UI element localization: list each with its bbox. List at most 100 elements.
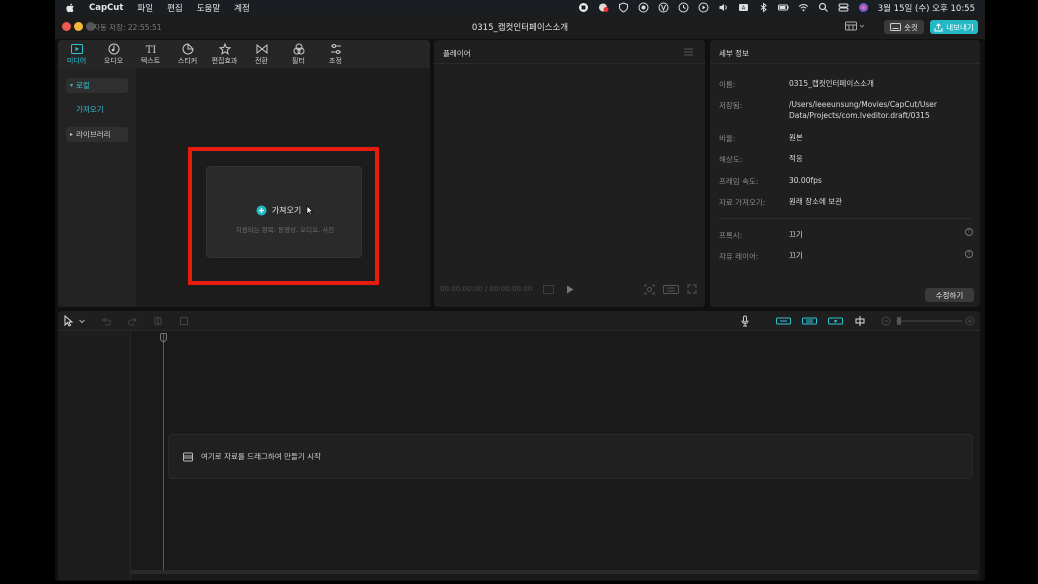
preview-axis-icon[interactable] xyxy=(854,315,866,327)
menubar-clock[interactable]: 3월 15일 (수) 오후 10:55 xyxy=(878,2,975,14)
notification-icon[interactable] xyxy=(598,2,609,13)
tab-sticker[interactable]: 스티커 xyxy=(169,40,206,68)
undo-icon[interactable] xyxy=(100,315,112,327)
sidebar-item-import[interactable]: 가져오기 xyxy=(66,102,128,117)
player-panel: 플레이어 00:00:00:00 / 00:00:00:00 xyxy=(434,40,705,307)
free-layer-label: 자유 레이어: xyxy=(719,252,759,261)
export-icon xyxy=(934,22,943,31)
siri-icon[interactable] xyxy=(858,2,869,13)
highlight-box xyxy=(188,147,379,285)
track-headers xyxy=(58,331,131,580)
media-panel: 미디어 오디오 TI 텍스트 스티커 편집효과 전환 필터 조정 ▾ 로컬 가져… xyxy=(58,40,430,307)
chevron-down-icon: ▾ xyxy=(70,82,74,89)
tab-text-label: 텍스트 xyxy=(140,56,161,65)
menu-app-name[interactable]: CapCut xyxy=(89,3,123,13)
import-setting-label: 자료 가져오기: xyxy=(719,198,766,207)
save-location-label: 저장됨: xyxy=(719,101,743,110)
zoom-in-icon[interactable] xyxy=(964,315,976,327)
tab-adjust-label: 조정 xyxy=(329,56,342,65)
export-button[interactable]: 내보내기 xyxy=(930,20,978,34)
menu-help[interactable]: 도움말 xyxy=(197,2,220,14)
battery-icon[interactable] xyxy=(777,2,789,13)
tab-audio[interactable]: 오디오 xyxy=(95,40,132,68)
redo-icon[interactable] xyxy=(127,315,139,327)
proxy-info-icon[interactable]: ! xyxy=(965,228,973,236)
tab-media-label: 미디어 xyxy=(66,56,87,65)
menu-icon[interactable] xyxy=(684,48,693,56)
zoom-out-icon[interactable] xyxy=(880,315,892,327)
microphone-icon[interactable] xyxy=(739,315,751,327)
fps-value: 30.00fps xyxy=(789,176,822,185)
player-header: 플레이어 xyxy=(434,40,705,64)
apple-icon[interactable] xyxy=(65,3,75,13)
tab-effects[interactable]: 편집효과 xyxy=(206,40,243,68)
edit-button[interactable]: 수정하기 xyxy=(925,288,974,302)
import-setting-value: 원래 장소에 보관 xyxy=(789,197,843,206)
record-icon[interactable] xyxy=(578,2,589,13)
volume-icon[interactable] xyxy=(718,2,729,13)
chevron-down-icon[interactable] xyxy=(76,315,88,327)
keyboard-shortcut-icon xyxy=(890,23,902,31)
menu-account[interactable]: 계정 xyxy=(234,2,250,14)
link-main-track-icon[interactable] xyxy=(776,315,791,327)
split-icon[interactable] xyxy=(152,315,164,327)
playhead[interactable] xyxy=(163,334,164,572)
screenshot-icon[interactable] xyxy=(644,284,655,295)
sidebar-item-import-label: 가져오기 xyxy=(76,105,104,114)
zoom-slider-handle[interactable] xyxy=(897,317,901,325)
resolution-label: 해상도: xyxy=(719,155,743,164)
layout-icon xyxy=(845,21,857,31)
player-title: 플레이어 xyxy=(443,49,471,58)
ratio-icon[interactable] xyxy=(663,285,679,294)
sidebar-item-local[interactable]: ▾ 로컬 xyxy=(66,78,128,93)
timeline-scrollbar[interactable] xyxy=(131,570,978,574)
audio-icon xyxy=(108,43,119,54)
keyboard-icon[interactable]: A xyxy=(738,2,749,13)
free-layer-info-icon[interactable]: ! xyxy=(965,250,973,258)
tab-transition-label: 전환 xyxy=(255,56,268,65)
playhead-handle[interactable] xyxy=(160,333,167,342)
search-icon[interactable] xyxy=(818,2,829,13)
text-icon: TI xyxy=(145,45,156,55)
zoom-slider[interactable] xyxy=(896,320,962,322)
ratio-label: 비율: xyxy=(719,134,736,143)
details-divider xyxy=(719,218,971,219)
tab-filter[interactable]: 필터 xyxy=(280,40,317,68)
delete-icon[interactable] xyxy=(178,315,190,327)
tab-adjust[interactable]: 조정 xyxy=(317,40,354,68)
timeline-view-icon[interactable] xyxy=(543,285,554,294)
bluetooth-icon[interactable] xyxy=(758,2,769,13)
tab-media[interactable]: 미디어 xyxy=(58,40,95,68)
tab-transition[interactable]: 전환 xyxy=(243,40,280,68)
clock-icon[interactable] xyxy=(678,2,689,13)
fps-label: 프레임 속도: xyxy=(719,177,759,186)
play-circle-icon[interactable] xyxy=(698,2,709,13)
tab-text[interactable]: TI 텍스트 xyxy=(132,40,169,68)
sidebar-item-library[interactable]: ▸ 라이브러리 xyxy=(66,127,128,142)
menu-bar: CapCut 파일 편집 도움말 계정 A 3월 15일 (수) 오후 10:5… xyxy=(55,0,985,15)
fullscreen-icon[interactable] xyxy=(687,284,697,294)
shortcut-button[interactable]: 숏컷 xyxy=(884,20,924,34)
adjust-icon xyxy=(330,43,341,54)
shield-icon[interactable] xyxy=(618,2,629,13)
vpn-icon[interactable] xyxy=(658,2,669,13)
wifi-icon[interactable] xyxy=(798,2,809,13)
layout-button[interactable] xyxy=(845,21,865,31)
linkage-icon[interactable] xyxy=(828,315,843,327)
cc-icon[interactable] xyxy=(638,2,649,13)
control-center-icon[interactable] xyxy=(838,2,849,13)
magnet-icon[interactable] xyxy=(802,315,817,327)
menu-edit[interactable]: 편집 xyxy=(167,2,183,14)
timecode: 00:00:00:00 / 00:00:00:00 xyxy=(440,285,533,293)
play-icon[interactable] xyxy=(566,285,574,294)
select-tool-icon[interactable] xyxy=(63,315,75,327)
menu-file[interactable]: 파일 xyxy=(137,2,153,14)
chevron-down-icon xyxy=(859,24,865,28)
sticker-icon xyxy=(182,42,194,54)
timeline-dropzone[interactable]: 여기로 자료를 드래그하여 만들기 시작 xyxy=(168,434,973,479)
timeline-panel: 여기로 자료를 드래그하여 만들기 시작 xyxy=(58,311,980,580)
media-icon xyxy=(70,43,83,54)
film-icon xyxy=(183,452,193,462)
tab-filter-label: 필터 xyxy=(292,56,305,65)
save-location-value: /Users/leeeunsung/Movies/CapCut/User Dat… xyxy=(789,100,937,120)
